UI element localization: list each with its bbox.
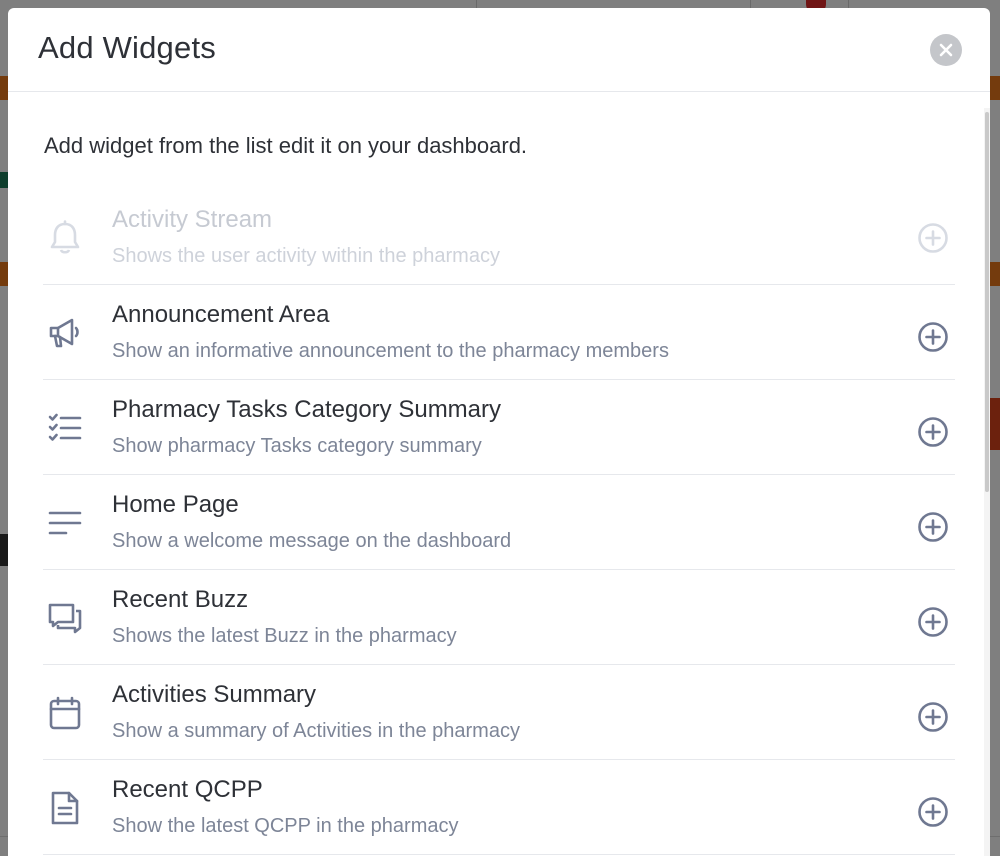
widget-title: Recent Buzz xyxy=(112,586,249,613)
calendar-icon xyxy=(47,695,83,731)
add-widget-button[interactable] xyxy=(917,511,949,543)
widget-item-home-page: Home Page Show a welcome message on the … xyxy=(43,475,955,570)
add-widget-button[interactable] xyxy=(917,606,949,638)
widget-description: Show the latest QCPP in the pharmacy xyxy=(112,815,459,837)
widget-item-recent-buzz: Recent Buzz Shows the latest Buzz in the… xyxy=(43,570,955,665)
widget-description: Show a welcome message on the dashboard xyxy=(112,530,512,552)
add-widget-button[interactable] xyxy=(917,796,949,828)
checklist-icon xyxy=(47,410,83,446)
widget-item-announcement-area: Announcement Area Show an informative an… xyxy=(43,285,955,380)
widget-description: Show an informative announcement to the … xyxy=(112,340,669,362)
add-widget-button[interactable] xyxy=(917,701,949,733)
add-widget-button xyxy=(917,222,949,254)
widget-title: Home Page xyxy=(112,491,239,518)
scrollbar-thumb[interactable] xyxy=(985,112,989,492)
widget-description: Shows the latest Buzz in the pharmacy xyxy=(112,625,457,647)
widget-item-activities-summary: Activities Summary Show a summary of Act… xyxy=(43,665,955,760)
close-button[interactable] xyxy=(930,34,962,66)
widget-title: Announcement Area xyxy=(112,301,330,328)
modal-title: Add Widgets xyxy=(38,30,216,65)
document-icon xyxy=(47,790,83,826)
add-widget-button[interactable] xyxy=(917,321,949,353)
chat-icon xyxy=(47,600,83,636)
widget-description: Show pharmacy Tasks category summary xyxy=(112,435,482,457)
modal-header: Add Widgets xyxy=(8,8,990,92)
widget-item-activity-stream: Activity Stream Shows the user activity … xyxy=(43,192,955,285)
widget-title: Recent QCPP xyxy=(112,776,263,803)
widget-title: Pharmacy Tasks Category Summary xyxy=(112,396,502,423)
widget-description: Show a summary of Activities in the phar… xyxy=(112,720,520,742)
widget-title: Activities Summary xyxy=(112,681,317,708)
modal-body[interactable]: Add widget from the list edit it on your… xyxy=(8,92,990,856)
close-icon xyxy=(939,43,953,57)
widget-description: Shows the user activity within the pharm… xyxy=(112,245,500,267)
widget-list: Activity Stream Shows the user activity … xyxy=(43,192,955,855)
widget-title: Activity Stream xyxy=(112,206,273,233)
text-lines-icon xyxy=(47,505,83,541)
megaphone-icon xyxy=(47,315,83,351)
bell-icon xyxy=(47,220,83,256)
add-widget-button[interactable] xyxy=(917,416,949,448)
modal-intro: Add widget from the list edit it on your… xyxy=(44,133,528,158)
add-widgets-modal: Add Widgets Add widget from the list edi… xyxy=(8,8,990,856)
widget-item-recent-qcpp: Recent QCPP Show the latest QCPP in the … xyxy=(43,760,955,855)
widget-item-pharmacy-tasks-category-summary: Pharmacy Tasks Category Summary Show pha… xyxy=(43,380,955,475)
